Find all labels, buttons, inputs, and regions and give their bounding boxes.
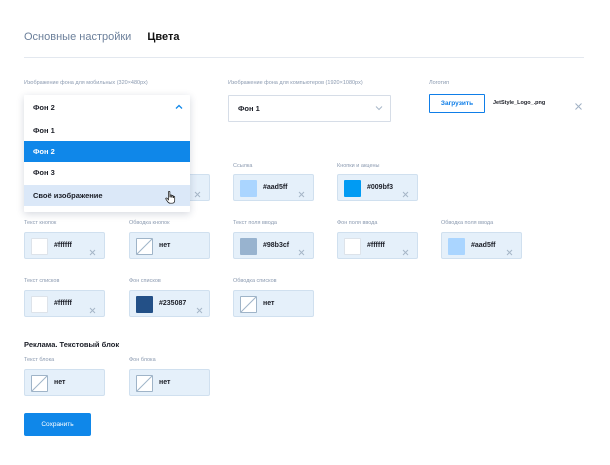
clear-icon[interactable] xyxy=(89,301,96,314)
logo-label: Логотип xyxy=(429,80,450,86)
buttons-accents-label: Кнопки и акцены xyxy=(337,163,380,169)
input-text-value: #98b3cf xyxy=(263,242,290,249)
list-text-value: #ffffff xyxy=(54,300,72,307)
clear-icon[interactable] xyxy=(194,185,201,198)
button-text-label: Текст кнопок xyxy=(24,220,57,226)
no-color-swatch[interactable] xyxy=(240,296,257,313)
block-bg-value: нет xyxy=(159,379,171,386)
settings-page: Основные настройки Цвета Изображение фон… xyxy=(0,0,610,465)
input-bg-field[interactable]: #ffffff xyxy=(337,232,418,259)
clear-icon[interactable] xyxy=(402,243,409,256)
bg-mobile-select[interactable]: Фон 2 xyxy=(24,95,190,119)
clear-icon[interactable] xyxy=(298,185,305,198)
list-text-swatch[interactable] xyxy=(31,296,48,313)
list-text-field[interactable]: #ffffff xyxy=(24,290,105,317)
button-text-value: #ffffff xyxy=(54,242,72,249)
logo-file-name: JetStyle_Logo_.png xyxy=(493,100,546,106)
list-bg-swatch[interactable] xyxy=(136,296,153,313)
buttons-accents-value: #009bf3 xyxy=(367,184,394,191)
link-color-value: #aad5ff xyxy=(263,184,288,191)
list-border-value: нет xyxy=(263,300,275,307)
list-bg-field[interactable]: #235087 xyxy=(129,290,210,317)
button-text-swatch[interactable] xyxy=(31,238,48,255)
clear-icon[interactable] xyxy=(196,301,203,314)
input-bg-swatch[interactable] xyxy=(344,238,361,255)
hand-cursor-icon xyxy=(165,190,176,204)
button-text-field[interactable]: #ffffff xyxy=(24,232,105,259)
clear-icon[interactable] xyxy=(402,185,409,198)
block-bg-field[interactable]: нет xyxy=(129,369,210,396)
save-button[interactable]: Сохранить xyxy=(24,413,91,436)
input-border-swatch[interactable] xyxy=(448,238,465,255)
dropdown-option-bg3[interactable]: Фон 3 xyxy=(24,162,190,183)
tab-colors[interactable]: Цвета xyxy=(147,31,179,43)
block-bg-label: Фон блока xyxy=(129,357,156,363)
input-text-label: Текст поля ввода xyxy=(233,220,277,226)
list-bg-value: #235087 xyxy=(159,300,187,307)
ad-section-title: Реклама. Текстовый блок xyxy=(24,340,120,349)
dropdown-option-bg2[interactable]: Фон 2 xyxy=(24,141,190,162)
clear-icon[interactable] xyxy=(298,243,305,256)
input-border-label: Обводка поля ввода xyxy=(441,220,494,226)
link-color-label: Ссылка xyxy=(233,163,253,169)
input-bg-value: #ffffff xyxy=(367,242,385,249)
chevron-down-icon xyxy=(375,105,383,111)
bg-desktop-label: Изображение фона для компьютеров (1920×1… xyxy=(228,80,363,86)
bg-desktop-value: Фон 1 xyxy=(238,104,260,113)
no-color-swatch[interactable] xyxy=(136,238,153,255)
bg-mobile-value: Фон 2 xyxy=(33,102,55,112)
chevron-up-icon xyxy=(175,104,183,110)
buttons-accents-field[interactable]: #009bf3 xyxy=(337,174,418,201)
input-border-field[interactable]: #aad5ff xyxy=(441,232,522,259)
input-border-value: #aad5ff xyxy=(471,242,496,249)
list-bg-label: Фон списков xyxy=(129,278,161,284)
buttons-accents-swatch[interactable] xyxy=(344,180,361,197)
list-border-label: Обводка списков xyxy=(233,278,277,284)
no-color-swatch[interactable] xyxy=(31,375,48,392)
tabs-bar: Основные настройки Цвета xyxy=(24,31,179,43)
block-text-field[interactable]: нет xyxy=(24,369,105,396)
button-border-value: нет xyxy=(159,242,171,249)
link-color-swatch[interactable] xyxy=(240,180,257,197)
button-border-field[interactable]: нет xyxy=(129,232,210,259)
clear-icon[interactable] xyxy=(506,243,513,256)
clear-icon[interactable] xyxy=(89,243,96,256)
tab-basic-settings[interactable]: Основные настройки xyxy=(24,31,131,43)
input-text-swatch[interactable] xyxy=(240,238,257,255)
input-bg-label: Фон поля ввода xyxy=(337,220,378,226)
block-text-value: нет xyxy=(54,379,66,386)
bg-desktop-select[interactable]: Фон 1 xyxy=(228,95,391,122)
tabs-divider xyxy=(24,57,584,58)
upload-logo-button[interactable]: Загрузить xyxy=(429,94,485,113)
input-text-field[interactable]: #98b3cf xyxy=(233,232,314,259)
link-color-field[interactable]: #aad5ff xyxy=(233,174,314,201)
remove-logo-icon[interactable] xyxy=(574,98,583,110)
button-border-label: Обводка кнопок xyxy=(129,220,170,226)
list-text-label: Текст списков xyxy=(24,278,60,284)
block-text-label: Текст блока xyxy=(24,357,55,363)
list-border-field[interactable]: нет xyxy=(233,290,314,317)
no-color-swatch[interactable] xyxy=(136,375,153,392)
dropdown-option-bg1[interactable]: Фон 1 xyxy=(24,120,190,141)
bg-mobile-label: Изображение фона для мобильных (320×480p… xyxy=(24,80,148,86)
